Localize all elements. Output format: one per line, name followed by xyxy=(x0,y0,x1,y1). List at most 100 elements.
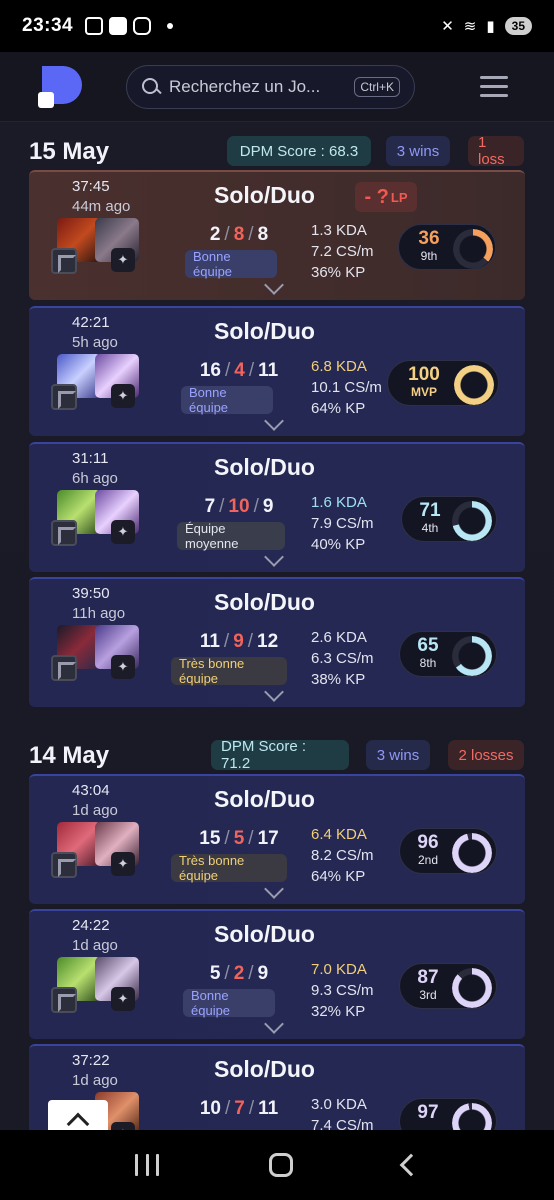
deaths: 4 xyxy=(234,360,245,381)
match-card[interactable]: 24:22 1d ago Solo/Duo ✦ 5/2/9 Bonne équi… xyxy=(29,909,525,1039)
summoner-spell-icon xyxy=(51,852,77,878)
match-card[interactable]: 31:11 6h ago Solo/Duo ✦ 7/10/9 Équipe mo… xyxy=(29,442,525,572)
performance-score: 36 9th xyxy=(398,224,496,270)
kda-score: 7/10/9 xyxy=(204,496,274,517)
champion-icons: ✦ xyxy=(49,490,139,546)
back-icon[interactable] xyxy=(399,1153,423,1177)
assists: 11 xyxy=(258,1098,279,1119)
battery-indicator: 35 xyxy=(504,17,532,35)
rune-icon: ✦ xyxy=(111,655,135,679)
match-card[interactable]: 39:50 11h ago Solo/Duo ✦ 11/9/12 Très bo… xyxy=(29,577,525,707)
game-time-ago: 1d ago xyxy=(72,802,118,819)
score-value: 65 xyxy=(417,635,439,656)
kda-score: 16/4/11 xyxy=(199,360,279,381)
kda-ratio: 3.0 KDA xyxy=(311,1096,367,1113)
kda-ratio: 6.4 KDA xyxy=(311,826,367,843)
summoner-spell-icon xyxy=(51,655,77,681)
scroll-to-top-button[interactable] xyxy=(48,1100,108,1130)
cs-per-min: 7.9 CS/m xyxy=(311,515,374,532)
score-value: 100 xyxy=(408,364,440,385)
kill-participation: 32% KP xyxy=(311,1003,366,1020)
score-rank: 4th xyxy=(421,521,439,535)
team-rating-badge: Bonne équipe xyxy=(183,988,275,1018)
expand-chevron-icon[interactable] xyxy=(264,1014,284,1034)
youtube-icon xyxy=(109,17,128,35)
kda-ratio: 1.6 KDA xyxy=(311,494,367,511)
game-duration: 39:50 xyxy=(72,585,110,602)
wins-badge: 3 wins xyxy=(386,136,450,166)
assists: 8 xyxy=(257,224,269,245)
game-time-ago: 6h ago xyxy=(72,470,118,487)
kda-score: 5/2/9 xyxy=(209,963,269,984)
match-card[interactable]: 42:21 5h ago Solo/Duo ✦ 16/4/11 Bonne éq… xyxy=(29,306,525,436)
app-logo[interactable] xyxy=(38,66,82,110)
game-duration: 37:22 xyxy=(72,1052,110,1069)
game-mode: Solo/Duo xyxy=(214,1056,315,1082)
kda-score: 15/5/17 xyxy=(199,828,279,849)
performance-score: 96 2nd xyxy=(399,828,497,874)
summoner-spell-icon xyxy=(51,248,77,274)
score-value: 87 xyxy=(417,967,439,988)
search-placeholder: Recherchez un Jo... xyxy=(169,77,321,96)
deaths: 8 xyxy=(233,224,245,245)
clock: 23:34 xyxy=(22,15,74,36)
rune-icon: ✦ xyxy=(111,248,135,272)
match-history[interactable]: 15 May DPM Score : 68.3 3 wins 1 loss 37… xyxy=(0,122,554,1130)
deaths: 5 xyxy=(233,828,245,849)
lp-value: - ? xyxy=(364,185,389,208)
deaths: 2 xyxy=(233,963,245,984)
lp-unit: LP xyxy=(390,189,408,205)
game-mode: Solo/Duo xyxy=(214,454,315,480)
match-card[interactable]: 37:45 44m ago Solo/Duo - ? LP ✦ 2/8/8 Bon… xyxy=(29,170,525,300)
game-stats: 6.4 KDA 8.2 CS/m 64% KP xyxy=(311,824,374,887)
cs-per-min: 9.3 CS/m xyxy=(311,982,374,999)
dpm-score-badge: DPM Score : 71.2 xyxy=(211,738,349,772)
kill-participation: 36% KP xyxy=(311,264,366,281)
day-title: 15 May xyxy=(29,138,110,165)
champion-icons: ✦ xyxy=(49,957,139,1013)
cs-per-min: 7.2 CS/m xyxy=(311,243,374,260)
performance-score: 87 3rd xyxy=(399,963,497,1009)
home-icon[interactable] xyxy=(269,1153,293,1177)
kda-ratio: 2.6 KDA xyxy=(311,629,367,646)
game-stats: 1.3 KDA 7.2 CS/m 36% KP xyxy=(311,220,374,283)
champion-icons: ✦ xyxy=(49,218,139,274)
deaths: 10 xyxy=(228,496,250,517)
instagram-icon xyxy=(133,17,152,35)
cs-per-min: 6.3 CS/m xyxy=(311,650,374,667)
wifi-icon: ≋ xyxy=(463,18,477,35)
kda-score: 11/9/12 xyxy=(199,631,279,652)
search-input[interactable]: Recherchez un Jo... Ctrl+K xyxy=(126,65,415,109)
match-card[interactable]: 43:04 1d ago Solo/Duo ✦ 15/5/17 Très bon… xyxy=(29,774,525,904)
game-duration: 42:21 xyxy=(72,314,110,331)
app-header: Recherchez un Jo... Ctrl+K xyxy=(0,52,554,122)
score-ring xyxy=(452,968,492,1008)
game-mode: Solo/Duo xyxy=(214,589,315,615)
team-rating-badge: Bonne équipe xyxy=(185,249,277,279)
score-ring xyxy=(452,636,492,676)
search-shortcut: Ctrl+K xyxy=(354,77,400,97)
kda-ratio: 6.8 KDA xyxy=(311,358,367,375)
summoner-spell-icon xyxy=(51,384,77,410)
losses-badge: 2 losses xyxy=(448,740,524,770)
game-stats: 1.6 KDA 7.9 CS/m 40% KP xyxy=(311,492,374,555)
recent-apps-icon[interactable] xyxy=(135,1154,159,1176)
assists: 11 xyxy=(258,360,279,381)
game-mode: Solo/Duo xyxy=(214,786,315,812)
score-ring xyxy=(452,501,492,541)
mute-icon: ✕ xyxy=(441,18,454,35)
hamburger-menu-icon[interactable] xyxy=(480,76,508,98)
score-rank: MVP xyxy=(410,385,437,399)
chevron-up-icon xyxy=(66,1112,90,1130)
expand-chevron-icon[interactable] xyxy=(264,411,284,431)
lp-change-badge: - ? LP xyxy=(355,182,417,212)
summoner-spell-icon xyxy=(51,987,77,1013)
losses-badge: 1 loss xyxy=(468,134,524,168)
game-stats: 3.0 KDA 7.4 CS/m xyxy=(311,1094,374,1130)
kills: 10 xyxy=(199,1098,221,1119)
kill-participation: 64% KP xyxy=(311,400,366,417)
performance-score: 71 4th xyxy=(401,496,497,542)
game-time-ago: 1d ago xyxy=(72,937,118,954)
game-stats: 7.0 KDA 9.3 CS/m 32% KP xyxy=(311,959,374,1022)
cs-per-min: 7.4 CS/m xyxy=(311,1117,374,1130)
